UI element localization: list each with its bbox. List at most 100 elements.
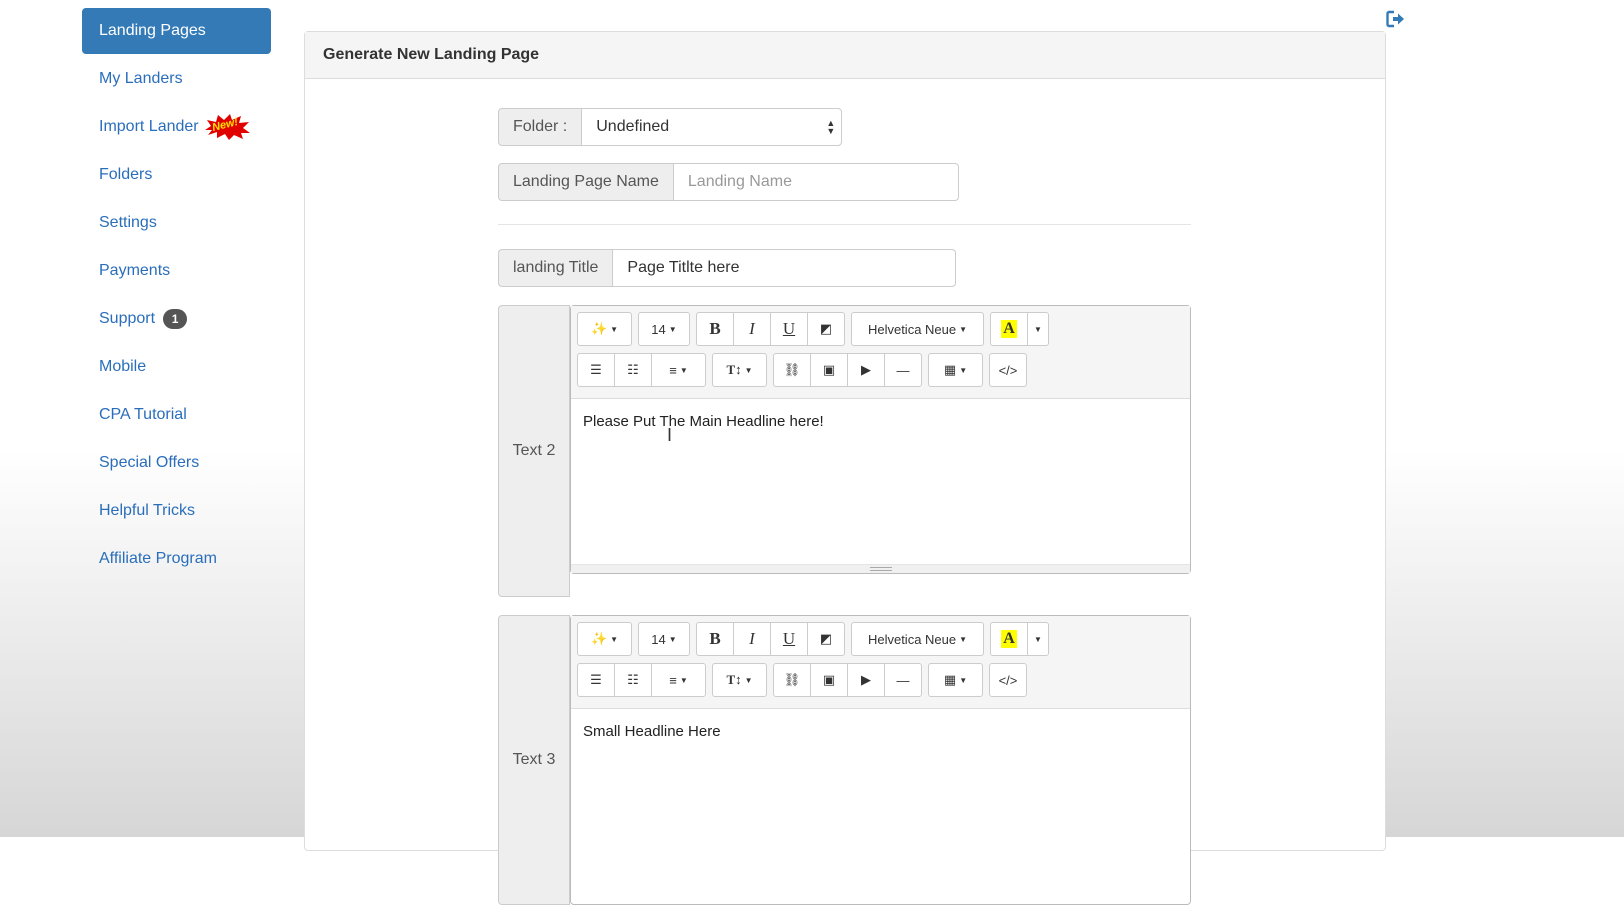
sidebar-item-label: Settings <box>99 214 157 231</box>
link-icon: ⛓ <box>783 362 801 377</box>
link-button[interactable]: ⛓ <box>773 663 811 697</box>
font-size-button[interactable]: 14 ▼ <box>638 622 690 656</box>
select-arrows-icon: ▲ ▼ <box>826 118 836 136</box>
numbered-list-icon: ☷ <box>627 672 639 687</box>
bullet-list-icon: ☰ <box>590 362 602 377</box>
ordered-list-button[interactable]: ☷ <box>614 353 652 387</box>
style-wand-button[interactable]: ✨ ▼ <box>577 622 632 656</box>
sidebar-item-label: Helpful Tricks <box>99 502 196 519</box>
eraser-icon: ◩ <box>819 631 833 646</box>
text-color-button[interactable]: A <box>990 622 1028 656</box>
unordered-list-button[interactable]: ☰ <box>577 663 615 697</box>
folder-select[interactable]: Undefined ▲ ▼ <box>581 108 843 146</box>
text2-content-area[interactable]: Please Put The Main Headline here! I <box>571 399 1190 579</box>
sidebar-item-settings[interactable]: Settings <box>82 200 271 246</box>
video-icon: ▶ <box>861 362 871 377</box>
text3-editor: ✨ ▼ 14 ▼ B I U ◩ Helvetica Neue ▼ A ▼ ☰ ☷ <box>570 615 1191 905</box>
link-button[interactable]: ⛓ <box>773 353 811 387</box>
video-button[interactable]: ▶ <box>847 663 885 697</box>
sidebar-item-label: Folders <box>99 166 153 183</box>
landing-name-group: Landing Page Name Landing Name <box>498 163 959 201</box>
font-size-button[interactable]: 14 ▼ <box>638 312 690 346</box>
sidebar-item-payments[interactable]: Payments <box>82 248 271 294</box>
logout-icon[interactable] <box>1386 10 1408 30</box>
landing-name-label: Landing Page Name <box>498 163 673 201</box>
sidebar-item-label: Import Lander <box>99 118 199 135</box>
italic-button[interactable]: I <box>733 622 771 656</box>
landing-title-group: landing Title Page Titlte here <box>498 249 957 287</box>
link-icon: ⛓ <box>783 672 801 687</box>
line-height-button[interactable]: T↕ ▼ <box>712 353 767 387</box>
underline-button[interactable]: U <box>770 622 808 656</box>
numbered-list-icon: ☷ <box>627 362 639 377</box>
landing-name-input[interactable]: Landing Name <box>672 163 959 201</box>
style-wand-button[interactable]: ✨ ▼ <box>577 312 632 346</box>
text3-label: Text 3 <box>498 615 570 905</box>
eraser-button[interactable]: ◩ <box>807 622 845 656</box>
text2-editor-group: Text 2 ✨ ▼ 14 ▼ B I U ◩ Helvetica Neue ▼ A … <box>498 305 1191 597</box>
sidebar-item-helpful-tricks[interactable]: Helpful Tricks <box>82 488 271 534</box>
sidebar-item-landing-pages[interactable]: Landing Pages <box>82 8 271 54</box>
editor-resize-handle[interactable] <box>571 564 1190 573</box>
font-family-button[interactable]: Helvetica Neue ▼ <box>851 312 984 346</box>
video-icon: ▶ <box>861 672 871 687</box>
support-count-badge: 1 <box>163 309 188 329</box>
horizontal-rule-icon: — <box>896 672 910 688</box>
align-left-icon: ≡ <box>669 672 677 688</box>
picture-button[interactable]: ▣ <box>810 353 848 387</box>
font-family-button[interactable]: Helvetica Neue ▼ <box>851 622 984 656</box>
editor-toolbar: ✨ ▼ 14 ▼ B I U ◩ Helvetica Neue ▼ A ▼ ☰ ☷ <box>571 306 1190 399</box>
sidebar-item-label: Mobile <box>99 358 147 375</box>
ordered-list-button[interactable]: ☷ <box>614 663 652 697</box>
sidebar-item-folders[interactable]: Folders <box>82 152 271 198</box>
sidebar-item-label: Affiliate Program <box>99 550 217 567</box>
editor-content: Please Put The Main Headline here! <box>583 413 824 430</box>
paragraph-align-button[interactable]: ≡ ▼ <box>651 353 706 387</box>
table-button[interactable]: ▦ ▼ <box>928 663 983 697</box>
table-icon: ▦ <box>943 672 957 687</box>
sidebar-item-label: Payments <box>99 262 171 279</box>
sidebar-item-label: Support <box>99 310 156 327</box>
image-icon: ▣ <box>822 672 836 687</box>
sidebar-item-import-lander[interactable]: Import Lander New! <box>82 104 271 150</box>
folder-select-group: Folder : Undefined ▲ ▼ <box>498 108 843 146</box>
magic-wand-icon: ✨ <box>590 321 608 336</box>
table-button[interactable]: ▦ ▼ <box>928 353 983 387</box>
video-button[interactable]: ▶ <box>847 353 885 387</box>
code-view-button[interactable]: </> <box>989 353 1027 387</box>
sidebar-item-support[interactable]: Support 1 <box>82 296 271 342</box>
sidebar-item-affiliate-program[interactable]: Affiliate Program <box>82 536 271 582</box>
underline-button[interactable]: U <box>770 312 808 346</box>
eraser-button[interactable]: ◩ <box>807 312 845 346</box>
landing-title-input[interactable]: Page Titlte here <box>612 249 957 287</box>
sidebar-item-cpa-tutorial[interactable]: CPA Tutorial <box>82 392 271 438</box>
horizontal-rule-button[interactable]: — <box>884 353 922 387</box>
unordered-list-button[interactable]: ☰ <box>577 353 615 387</box>
text3-editor-group: Text 3 ✨ ▼ 14 ▼ B I U ◩ Helvetica Neue ▼ A … <box>498 615 1191 905</box>
bold-button[interactable]: B <box>696 622 734 656</box>
table-icon: ▦ <box>943 362 957 377</box>
sidebar-item-label: CPA Tutorial <box>99 406 187 423</box>
code-view-button[interactable]: </> <box>989 663 1027 697</box>
text3-content-area[interactable]: Small Headline Here <box>571 709 1190 889</box>
sidebar-nav: Landing Pages My Landers Import Lander N… <box>82 8 271 584</box>
bold-button[interactable]: B <box>696 312 734 346</box>
color-dropdown-button[interactable]: ▼ <box>1027 312 1049 346</box>
sidebar-item-mobile[interactable]: Mobile <box>82 344 271 390</box>
line-height-button[interactable]: T↕ ▼ <box>712 663 767 697</box>
text-color-button[interactable]: A <box>990 312 1028 346</box>
sidebar-item-my-landers[interactable]: My Landers <box>82 56 271 102</box>
text2-editor: ✨ ▼ 14 ▼ B I U ◩ Helvetica Neue ▼ A ▼ ☰ ☷ <box>570 305 1191 574</box>
paragraph-align-button[interactable]: ≡ ▼ <box>651 663 706 697</box>
sidebar-item-label: Special Offers <box>99 454 200 471</box>
sidebar-item-special-offers[interactable]: Special Offers <box>82 440 271 486</box>
new-badge-icon: New! <box>203 114 251 140</box>
editor-content: Small Headline Here <box>583 723 721 740</box>
horizontal-rule-button[interactable]: — <box>884 663 922 697</box>
eraser-icon: ◩ <box>819 321 833 336</box>
italic-button[interactable]: I <box>733 312 771 346</box>
picture-button[interactable]: ▣ <box>810 663 848 697</box>
panel-title: Generate New Landing Page <box>305 32 1385 79</box>
sidebar-item-label: My Landers <box>99 70 183 87</box>
color-dropdown-button[interactable]: ▼ <box>1027 622 1049 656</box>
